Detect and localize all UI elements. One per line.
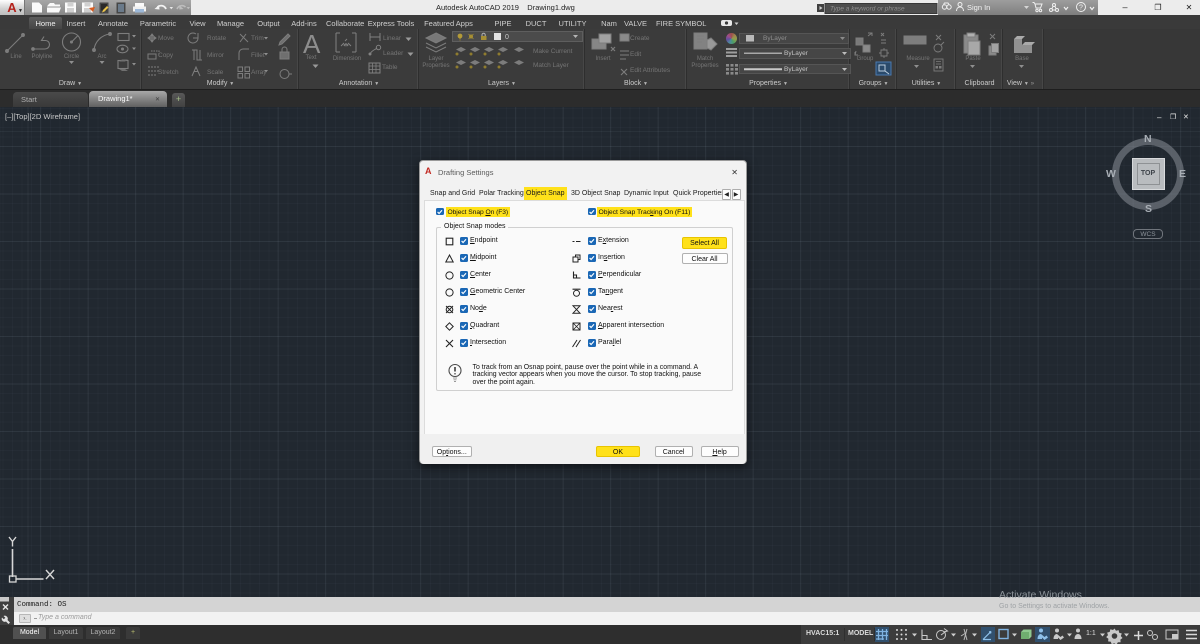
svg-text:0: 0: [505, 34, 509, 41]
svg-text:Sign In: Sign In: [967, 3, 990, 12]
svg-text:?: ?: [1079, 5, 1083, 12]
svg-text:Type a keyword or phrase: Type a keyword or phrase: [830, 5, 905, 12]
